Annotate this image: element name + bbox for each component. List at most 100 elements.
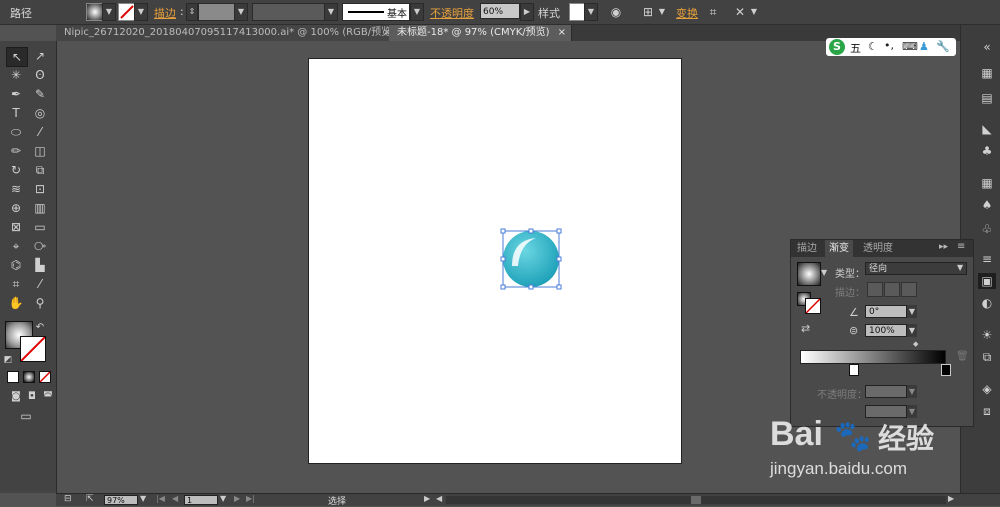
draw-inside-icon[interactable]: ◚ bbox=[38, 388, 58, 406]
last-artboard-icon[interactable]: ▶| bbox=[246, 494, 255, 503]
column-graph-tool-icon[interactable]: ▙ bbox=[30, 256, 50, 274]
moon-icon[interactable]: ☾ bbox=[868, 40, 878, 53]
stroke-within-icon[interactable] bbox=[867, 282, 883, 297]
gradient-panel-icon[interactable]: ▣ bbox=[978, 273, 996, 289]
gradient-tool-icon[interactable]: ▭ bbox=[30, 218, 50, 236]
magic-wand-tool-icon[interactable]: ✳ bbox=[6, 66, 26, 84]
close-icon[interactable]: × bbox=[558, 25, 566, 41]
artboard-tool-icon[interactable]: ⌗ bbox=[6, 275, 26, 293]
default-colors-icon[interactable]: ◩ bbox=[2, 351, 14, 369]
layers-icon[interactable]: ♧ bbox=[978, 221, 996, 237]
reverse-gradient-icon[interactable]: ⇄ bbox=[801, 322, 810, 335]
opacity-field[interactable]: 60% bbox=[480, 3, 520, 19]
chevron-down-icon[interactable]: ▼ bbox=[234, 3, 248, 21]
chevron-right-icon[interactable]: ▶ bbox=[520, 3, 534, 21]
opacity-label[interactable]: 不透明度 bbox=[430, 5, 474, 21]
stroke-across-icon[interactable] bbox=[901, 282, 917, 297]
perspective-grid-tool-icon[interactable]: ▥ bbox=[30, 199, 50, 217]
chevron-down-icon[interactable]: ▼ bbox=[584, 3, 598, 21]
stepper-icon[interactable]: ⇕ bbox=[186, 3, 198, 21]
panel-menu-icon[interactable]: ≡ bbox=[957, 241, 965, 252]
slice-tool-icon[interactable]: ⁄ bbox=[30, 275, 50, 293]
scroll-right-icon[interactable]: ▶ bbox=[948, 494, 954, 503]
chevron-right-icon[interactable]: ▶ bbox=[424, 494, 430, 503]
chevron-down-icon[interactable]: ▼ bbox=[324, 3, 338, 21]
chevron-down-icon[interactable]: ▼ bbox=[140, 494, 146, 503]
export-icon[interactable]: ⇱ bbox=[86, 494, 94, 504]
hand-tool-icon[interactable]: ✋ bbox=[6, 294, 26, 312]
chevron-down-icon[interactable]: ▼ bbox=[410, 3, 424, 21]
blend-tool-icon[interactable]: ⧂ bbox=[30, 237, 50, 255]
zoom-tool-icon[interactable]: ⚲ bbox=[30, 294, 50, 312]
stroke-panel-icon[interactable]: ≡ bbox=[978, 251, 996, 267]
artboards-panel-icon[interactable]: ⧈ bbox=[978, 403, 996, 419]
handle[interactable] bbox=[500, 284, 506, 290]
shape-builder-tool-icon[interactable]: ⊕ bbox=[6, 199, 26, 217]
gradient-mode-icon[interactable] bbox=[23, 371, 35, 383]
zoom-field[interactable]: 97% bbox=[104, 495, 138, 505]
chevron-down-icon[interactable]: ▼ bbox=[907, 385, 917, 398]
tab-document-1[interactable]: Nipic_26712020_20180407095117413000.ai* … bbox=[56, 25, 397, 41]
wrench-icon[interactable]: 🔧 bbox=[936, 40, 950, 53]
pencil-tool-icon[interactable]: ✏ bbox=[6, 142, 26, 160]
chevron-down-icon[interactable]: ▼ bbox=[220, 494, 226, 503]
layers-panel-icon[interactable]: ◈ bbox=[978, 381, 996, 397]
ime-mode-label[interactable]: 五 bbox=[850, 40, 861, 56]
gradient-slider[interactable] bbox=[800, 350, 946, 364]
selected-circle[interactable] bbox=[498, 226, 564, 292]
tab-transparency[interactable]: 透明度 bbox=[859, 240, 897, 257]
eraser-tool-icon[interactable]: ◫ bbox=[30, 142, 50, 160]
symbols-panel-icon[interactable]: ♣ bbox=[978, 143, 996, 159]
align-panel-icon[interactable]: ⧉ bbox=[978, 349, 996, 365]
punctuation-icon[interactable]: •, bbox=[884, 39, 894, 52]
mesh-tool-icon[interactable]: ⊠ bbox=[6, 218, 26, 236]
lasso-tool-icon[interactable]: ʘ bbox=[30, 66, 50, 84]
chevron-down-icon[interactable]: ▼ bbox=[102, 3, 116, 21]
curvature-tool-icon[interactable]: ✎ bbox=[30, 85, 50, 103]
keyboard-icon[interactable]: ⌨ bbox=[902, 40, 918, 53]
variable-width-dropdown[interactable] bbox=[252, 3, 326, 21]
chevron-down-icon[interactable]: ▼ bbox=[907, 305, 917, 318]
swatches-panel-icon[interactable]: ▤ bbox=[978, 90, 996, 106]
brushes-panel-icon[interactable]: ◣ bbox=[978, 121, 996, 137]
transform-label[interactable]: 变换 bbox=[676, 5, 698, 21]
paintbrush-tool-icon[interactable]: ⁄ bbox=[30, 123, 50, 141]
midpoint-diamond-icon[interactable]: ◆ bbox=[913, 340, 918, 348]
recolor-icon[interactable]: ◉ bbox=[608, 4, 624, 20]
color-panel-icon[interactable]: ▦ bbox=[978, 65, 996, 81]
stroke-label[interactable]: 描边 bbox=[154, 5, 176, 21]
swap-colors-icon[interactable]: ↶ bbox=[34, 319, 46, 337]
tab-document-2[interactable]: 未标题-18* @ 97% (CMYK/预览) × bbox=[389, 25, 572, 41]
tab-stroke[interactable]: 描边 bbox=[793, 240, 821, 257]
next-artboard-icon[interactable]: ▶ bbox=[234, 494, 240, 503]
artboard[interactable] bbox=[308, 58, 682, 464]
stroke-along-icon[interactable] bbox=[884, 282, 900, 297]
stroke-mini-swatch[interactable] bbox=[805, 298, 821, 314]
artboard-number-field[interactable]: 1 bbox=[184, 495, 218, 505]
selection-tool-icon[interactable]: ↖ bbox=[6, 47, 28, 67]
appearance-panel-icon[interactable]: ☀ bbox=[978, 327, 996, 343]
handle[interactable] bbox=[528, 284, 534, 290]
first-artboard-icon[interactable]: |◀ bbox=[156, 494, 165, 503]
stroke-weight-field[interactable] bbox=[198, 3, 236, 21]
chevron-down-icon[interactable]: ▼ bbox=[654, 4, 670, 20]
aspect-ratio-field[interactable]: 100% bbox=[865, 324, 907, 337]
scroll-left-icon[interactable]: ◀ bbox=[436, 494, 442, 503]
gradient-stop-white[interactable] bbox=[849, 364, 859, 376]
handle[interactable] bbox=[556, 256, 562, 262]
chevron-down-icon[interactable]: ▼ bbox=[746, 4, 762, 20]
isolate-icon[interactable]: ⌗ bbox=[705, 4, 721, 20]
scale-tool-icon[interactable]: ⧉ bbox=[30, 161, 50, 179]
gradient-stop-black[interactable] bbox=[941, 364, 951, 376]
width-tool-icon[interactable]: ≋ bbox=[6, 180, 26, 198]
none-mode-icon[interactable] bbox=[39, 371, 51, 383]
chevron-down-icon[interactable]: ▼ bbox=[821, 268, 827, 277]
pen-tool-icon[interactable]: ✒ bbox=[6, 85, 26, 103]
spiral-tool-icon[interactable]: ◎ bbox=[30, 104, 50, 122]
handle[interactable] bbox=[556, 284, 562, 290]
ime-logo-icon[interactable]: S bbox=[829, 39, 845, 55]
symbol-sprayer-tool-icon[interactable]: ⌬ bbox=[6, 256, 26, 274]
trash-icon[interactable]: 🗑 bbox=[956, 351, 969, 362]
ellipse-tool-icon[interactable]: ⬭ bbox=[6, 123, 26, 141]
handle[interactable] bbox=[500, 256, 506, 262]
